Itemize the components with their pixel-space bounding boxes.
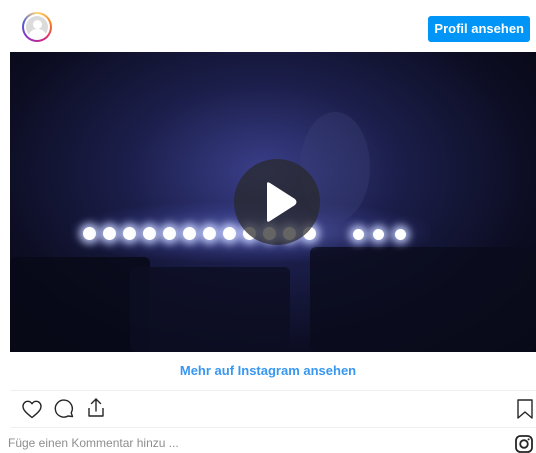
bookmark-icon[interactable] [514,397,536,421]
stage-light [373,229,384,240]
stage-light [163,227,176,240]
stage-light [353,229,364,240]
play-button[interactable] [234,159,320,245]
avatar-ring [24,14,50,40]
stage-light [83,227,96,240]
video-shadow-right [310,247,536,352]
avatar-icon [26,16,48,38]
instagram-embed: Profil ansehen Mehr auf Instagram ansehe… [0,0,536,453]
avatar[interactable] [22,12,52,42]
view-profile-button[interactable]: Profil ansehen [428,16,530,42]
stage-light [123,227,136,240]
comment-icon[interactable] [52,397,76,421]
divider [10,427,536,428]
video-shadow-left [10,257,150,352]
view-more-on-instagram-link[interactable]: Mehr auf Instagram ansehen [0,352,536,390]
stage-light [395,229,406,240]
play-icon [267,182,297,222]
stage-light [143,227,156,240]
comment-input[interactable] [8,434,308,452]
video-player[interactable] [10,52,536,352]
heart-icon[interactable] [20,397,44,421]
stage-light [183,227,196,240]
video-shadow-center [130,267,290,352]
embed-header: Profil ansehen [0,0,536,52]
stage-light [203,227,216,240]
share-icon[interactable] [84,396,108,420]
stage-light [103,227,116,240]
instagram-icon[interactable] [514,434,534,453]
divider [10,390,536,391]
